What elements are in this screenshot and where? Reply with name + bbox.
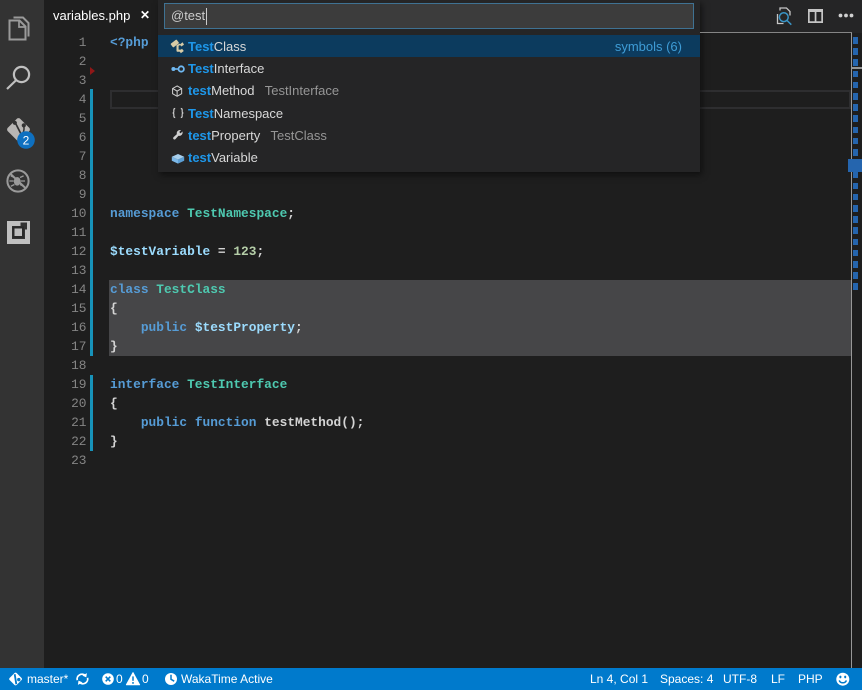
svg-text:2: 2 [23,134,30,148]
